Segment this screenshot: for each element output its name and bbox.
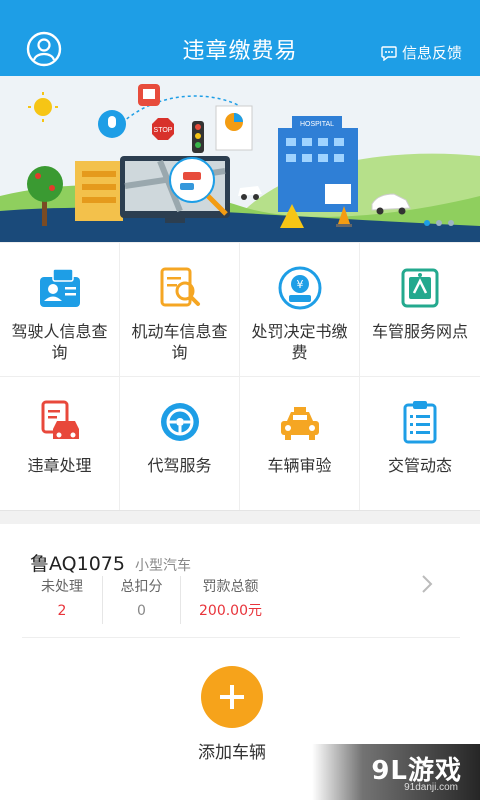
pager-dot[interactable]: [424, 220, 430, 226]
grid-item-label: 机动车信息查询: [131, 322, 228, 362]
banner-pager[interactable]: [424, 220, 454, 226]
chat-bubble-icon: [381, 45, 397, 61]
watermark-url: 91danji.com: [404, 782, 458, 793]
stat-label: 罚款总额: [202, 579, 259, 595]
taxi-icon: [280, 407, 319, 440]
plus-icon: [220, 685, 244, 709]
chevron-right-icon[interactable]: [420, 574, 434, 594]
plate-number: 鲁AQ1075: [30, 553, 125, 575]
clipboard-icon: [403, 401, 437, 444]
pager-dot[interactable]: [436, 220, 442, 226]
app-header: 违章缴费易 信息反馈: [0, 0, 480, 76]
steering-wheel-icon: [160, 403, 199, 441]
feedback-label: 信息反馈: [401, 44, 462, 62]
grid-item-label: 违章处理: [27, 456, 92, 475]
stat-label: 总扣分: [120, 579, 163, 595]
grid-item-label: 驾驶人信息查询: [11, 322, 108, 362]
grid-item-label: 处罚决定书缴费: [251, 322, 348, 362]
stat-points: 总扣分 0: [102, 576, 180, 624]
promo-banner[interactable]: STOP HOSPITAL: [0, 76, 480, 242]
grid-item-driving-service[interactable]: 代驾服务: [120, 377, 240, 511]
grid-item-penalty-payment[interactable]: ¥ 处罚决定书缴费: [240, 243, 360, 377]
vehicle-plate-row: 鲁AQ1075 小型汽车: [30, 549, 191, 576]
payment-ticket-icon: ¥: [278, 266, 321, 310]
feedback-button[interactable]: 信息反馈: [381, 43, 462, 63]
pager-dot[interactable]: [448, 220, 454, 226]
grid-item-label: 交管动态: [387, 456, 452, 475]
driver-card-icon: [39, 268, 80, 307]
stat-unprocessed: 未处理 2: [22, 576, 102, 624]
hospital-sign-text: HOSPITAL: [300, 121, 334, 128]
grid-item-vehicle-inspection[interactable]: 车辆审验: [240, 377, 360, 511]
stop-sign-text: STOP: [154, 127, 173, 134]
service-point-icon: [401, 268, 439, 308]
add-vehicle-button[interactable]: [201, 666, 263, 728]
grid-item-label: 代驾服务: [147, 456, 212, 475]
grid-item-vehicle-info[interactable]: 机动车信息查询: [120, 243, 240, 377]
violation-car-icon: [41, 400, 79, 439]
stat-fine-total: 罚款总额 200.00元: [180, 576, 280, 624]
stat-value: 200.00元: [199, 603, 262, 619]
grid-item-label: 车管服务网点: [372, 322, 469, 341]
city-traffic-illustration: STOP HOSPITAL: [0, 76, 480, 242]
vehicle-type: 小型汽车: [135, 558, 192, 574]
grid-item-label: 车辆审验: [267, 456, 332, 475]
stat-value: 2: [57, 603, 67, 619]
feature-grid: 驾驶人信息查询 机动车信息查询 ¥ 处罚决定书缴费 车管服务网点 违章处理 代驾…: [0, 242, 480, 511]
grid-item-driver-info[interactable]: 驾驶人信息查询: [0, 243, 120, 377]
vehicle-search-icon: [160, 267, 200, 307]
stat-value: 0: [137, 603, 146, 619]
vehicle-stats: 未处理 2 总扣分 0 罚款总额 200.00元: [22, 576, 280, 624]
grid-item-violation-handling[interactable]: 违章处理: [0, 377, 120, 511]
grid-item-traffic-news[interactable]: 交管动态: [360, 377, 480, 511]
grid-item-service-points[interactable]: 车管服务网点: [360, 243, 480, 377]
stat-label: 未处理: [41, 579, 83, 595]
svg-text:¥: ¥: [296, 278, 303, 291]
site-watermark: 9L游戏 91danji.com: [312, 744, 480, 800]
vehicle-card[interactable]: 鲁AQ1075 小型汽车 未处理 2 总扣分 0 罚款总额 200.00元: [22, 524, 460, 638]
section-divider: [0, 510, 480, 524]
